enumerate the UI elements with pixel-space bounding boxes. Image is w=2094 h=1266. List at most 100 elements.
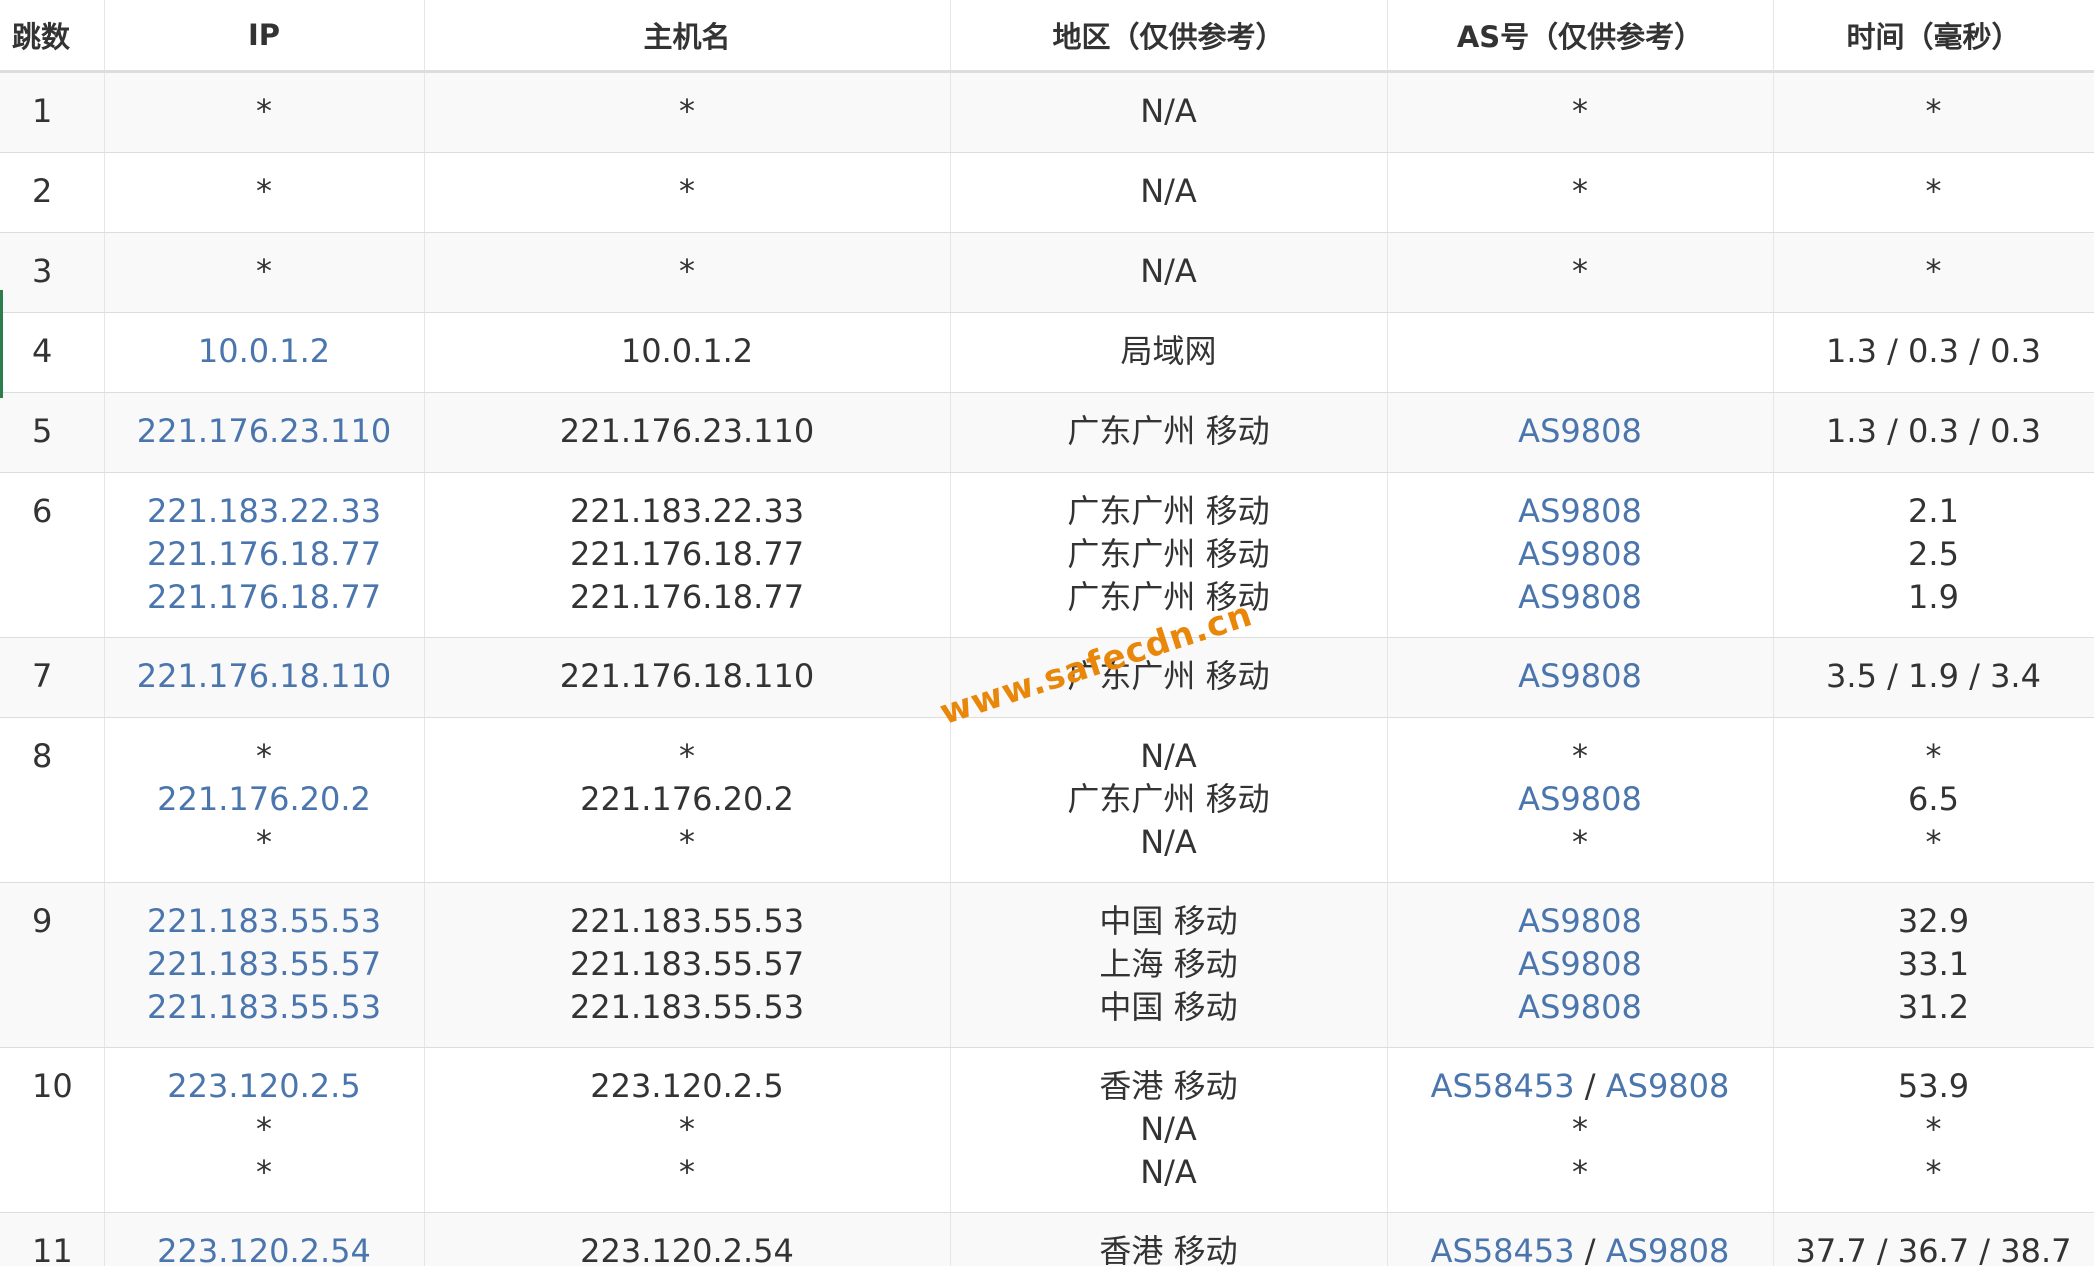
- as-line: AS9808: [1388, 576, 1773, 619]
- ip-line: 221.176.23.110: [105, 410, 424, 453]
- time-cell: 2.1 2.5 1.9: [1773, 472, 2094, 638]
- header-time: 时间（毫秒）: [1773, 0, 2094, 73]
- time-placeholder: *: [1925, 1110, 1942, 1148]
- location-line: N/A: [951, 1151, 1387, 1194]
- time-placeholder: *: [1925, 172, 1942, 210]
- ip-link[interactable]: 221.176.18.110: [137, 657, 391, 695]
- ip-link[interactable]: 221.176.23.110: [137, 412, 391, 450]
- header-hop: 跳数: [0, 0, 105, 73]
- location-line: 广东广州 移动: [951, 490, 1387, 533]
- hostname-text: 223.120.2.54: [580, 1232, 794, 1266]
- host-line: 221.176.23.110: [425, 410, 950, 453]
- time-text: 32.9: [1897, 902, 1970, 940]
- host-placeholder: *: [679, 1153, 695, 1191]
- host-line: 10.0.1.2: [425, 330, 950, 373]
- as-link[interactable]: AS58453: [1431, 1232, 1575, 1266]
- hostname-text: 221.183.22.33: [569, 492, 805, 530]
- location-text: 广东广州 移动: [1067, 535, 1270, 573]
- hop-number: 11: [32, 1232, 73, 1266]
- as-placeholder: *: [1572, 1110, 1588, 1148]
- host-cell: *: [424, 232, 951, 313]
- ip-line: 223.120.2.54: [105, 1230, 424, 1266]
- as-link[interactable]: AS9808: [1518, 492, 1642, 530]
- as-placeholder: *: [1572, 823, 1588, 861]
- location-line: 广东广州 移动: [951, 410, 1387, 453]
- time-text: 33.1: [1897, 945, 1970, 983]
- host-cell: * 221.176.20.2 *: [424, 717, 951, 883]
- as-link[interactable]: AS9808: [1518, 535, 1642, 573]
- ip-link[interactable]: 221.183.22.33: [147, 492, 381, 530]
- as-line: AS9808: [1388, 943, 1773, 986]
- hop-number: 7: [32, 657, 53, 695]
- as-link[interactable]: AS9808: [1606, 1232, 1730, 1266]
- ip-link[interactable]: 221.176.18.77: [147, 535, 381, 573]
- time-cell: 1.3 / 0.3 / 0.3: [1773, 392, 2094, 473]
- as-link[interactable]: AS9808: [1518, 412, 1642, 450]
- time-line: *: [1774, 1108, 2094, 1151]
- ip-line: *: [105, 90, 424, 133]
- ip-link[interactable]: 221.183.55.53: [147, 902, 381, 940]
- as-link[interactable]: AS9808: [1518, 902, 1642, 940]
- hop-cell: 7: [0, 637, 105, 718]
- ip-cell: 221.176.23.110: [104, 392, 425, 473]
- as-cell: AS58453 / AS9808 * *: [1387, 1047, 1774, 1213]
- as-link[interactable]: AS9808: [1518, 578, 1642, 616]
- hop-number: 8: [32, 737, 53, 775]
- as-link[interactable]: AS58453: [1431, 1067, 1575, 1105]
- table-row: 8 * 221.176.20.2 * * 221.176.20.2 * N/A 广东广州 移动 N…: [0, 717, 2094, 883]
- location-text: N/A: [1140, 737, 1197, 775]
- ip-placeholder: *: [256, 252, 272, 290]
- location-line: N/A: [951, 90, 1387, 133]
- table-row: 11 223.120.2.54 223.120.2.54 香港 移动 AS58453 /…: [0, 1212, 2094, 1266]
- location-text: N/A: [1140, 823, 1197, 861]
- host-line: 221.176.18.77: [425, 533, 950, 576]
- ip-line: 221.183.55.57: [105, 943, 424, 986]
- hop-cell: 9: [0, 882, 105, 1048]
- ip-link[interactable]: 221.183.55.53: [147, 988, 381, 1026]
- as-link[interactable]: AS9808: [1518, 780, 1642, 818]
- ip-link[interactable]: 10.0.1.2: [198, 332, 330, 370]
- location-cell: 广东广州 移动 广东广州 移动 广东广州 移动: [950, 472, 1388, 638]
- ip-link[interactable]: 221.176.18.77: [147, 578, 381, 616]
- host-line: 221.183.55.57: [425, 943, 950, 986]
- as-link[interactable]: AS9808: [1606, 1067, 1730, 1105]
- as-separator: /: [1574, 1067, 1606, 1105]
- location-cell: N/A: [950, 152, 1388, 233]
- host-cell: 223.120.2.5 * *: [424, 1047, 951, 1213]
- ip-link[interactable]: 223.120.2.5: [167, 1067, 360, 1105]
- location-line: 局域网: [951, 330, 1387, 373]
- time-line: 1.9: [1774, 576, 2094, 619]
- hop-number: 10: [32, 1067, 73, 1105]
- time-line: 33.1: [1774, 943, 2094, 986]
- time-text: 6.5: [1908, 780, 1959, 818]
- ip-line: 221.183.55.53: [105, 986, 424, 1029]
- traceroute-table: 跳数 IP 主机名 地区（仅供参考） AS号（仅供参考） 时间（毫秒） 1 * * N…: [0, 0, 2094, 1266]
- location-text: 香港 移动: [1099, 1067, 1238, 1105]
- hop-cell: 1: [0, 71, 105, 153]
- ip-link[interactable]: 221.183.55.57: [147, 945, 381, 983]
- host-line: *: [425, 735, 950, 778]
- ip-cell: 223.120.2.5 * *: [104, 1047, 425, 1213]
- time-text: 1.3 / 0.3 / 0.3: [1826, 412, 2041, 450]
- ip-link[interactable]: 221.176.20.2: [157, 780, 371, 818]
- location-text: 广东广州 移动: [1067, 492, 1270, 530]
- time-line: *: [1774, 1151, 2094, 1194]
- as-placeholder: *: [1572, 92, 1588, 130]
- as-link[interactable]: AS9808: [1518, 657, 1642, 695]
- table-row: 10 223.120.2.5 * * 223.120.2.5 * * 香港 移动 N/A N/A A…: [0, 1047, 2094, 1213]
- location-cell: 广东广州 移动: [950, 392, 1388, 473]
- location-line: N/A: [951, 821, 1387, 864]
- as-cell: AS9808 AS9808 AS9808: [1387, 882, 1774, 1048]
- location-line: N/A: [951, 735, 1387, 778]
- ip-line: 221.176.18.110: [105, 655, 424, 698]
- time-line: 1.3 / 0.3 / 0.3: [1774, 410, 2094, 453]
- ip-link[interactable]: 223.120.2.54: [157, 1232, 371, 1266]
- location-line: 上海 移动: [951, 943, 1387, 986]
- hostname-text: 221.183.55.53: [569, 988, 805, 1026]
- as-cell: AS9808: [1387, 637, 1774, 718]
- as-link[interactable]: AS9808: [1518, 945, 1642, 983]
- hop-number: 9: [32, 902, 53, 940]
- location-text: 香港 移动: [1099, 1232, 1238, 1266]
- hostname-text: 221.176.18.77: [569, 578, 805, 616]
- as-link[interactable]: AS9808: [1518, 988, 1642, 1026]
